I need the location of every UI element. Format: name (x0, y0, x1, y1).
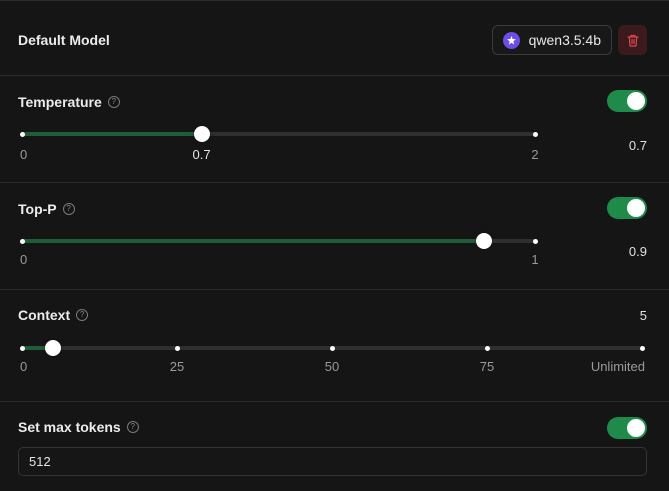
divider (0, 182, 669, 183)
slider-tick-dot (639, 345, 645, 351)
slider-tick-dot (19, 345, 25, 351)
slider-tick-dot (19, 131, 25, 137)
help-icon[interactable]: ? (62, 203, 75, 215)
max-tokens-input[interactable] (18, 447, 647, 476)
context-slider[interactable] (19, 340, 645, 356)
divider (0, 401, 669, 402)
top-p-section: Top-P ? 0 1 0.9 (18, 197, 647, 277)
slider-tick-label: Unlimited (590, 359, 645, 374)
context-label: Context (18, 307, 71, 323)
top-p-value: 0.9 (628, 244, 647, 259)
slider-tick-dot (484, 345, 490, 351)
slider-thumb[interactable] (193, 126, 210, 142)
toggle-knob (627, 419, 645, 437)
slider-tick-label: 75 (479, 359, 495, 374)
max-tokens-toggle[interactable] (607, 417, 647, 439)
top-p-slider[interactable] (19, 233, 538, 249)
model-logo-icon (502, 31, 520, 49)
temperature-label: Temperature (18, 94, 102, 110)
default-model-row: Default Model qwen3.5:4b (18, 25, 647, 55)
top-p-label-row: Top-P ? (18, 201, 75, 217)
delete-model-button[interactable] (618, 25, 647, 55)
trash-icon (626, 34, 639, 47)
toggle-knob (627, 92, 645, 110)
max-tokens-label: Set max tokens (18, 419, 121, 435)
slider-fill (22, 239, 484, 243)
top-p-label: Top-P (18, 201, 57, 217)
slider-tick-dot (19, 238, 25, 244)
max-tokens-label-row: Set max tokens ? (18, 419, 139, 435)
temperature-section: Temperature ? 0 0.7 2 0.7 (18, 90, 647, 170)
temperature-label-row: Temperature ? (18, 94, 120, 110)
temperature-value: 0.7 (628, 138, 647, 153)
help-icon[interactable]: ? (126, 421, 139, 433)
model-name: qwen3.5:4b (528, 32, 601, 48)
slider-tick-dot (532, 238, 538, 244)
slider-tick-label: 0 (20, 147, 28, 162)
slider-tick-dot (174, 345, 180, 351)
top-p-toggle[interactable] (607, 197, 647, 219)
default-model-label: Default Model (18, 32, 110, 48)
help-icon[interactable]: ? (76, 309, 89, 321)
slider-tick-label: 50 (324, 359, 340, 374)
slider-tick-dot (329, 345, 335, 351)
slider-tick-label: 25 (169, 359, 185, 374)
slider-thumb[interactable] (475, 233, 492, 249)
max-tokens-section: Set max tokens ? (18, 417, 647, 479)
model-settings-panel: Default Model qwen3.5:4b Temperature ? 0… (0, 0, 669, 491)
slider-thumb[interactable] (45, 340, 61, 356)
temperature-slider[interactable] (19, 126, 538, 142)
help-icon[interactable]: ? (107, 96, 120, 108)
slider-fill (22, 132, 202, 136)
temperature-toggle[interactable] (607, 90, 647, 112)
divider (0, 289, 669, 290)
context-label-row: Context ? (18, 307, 89, 323)
model-selector-button[interactable]: qwen3.5:4b (491, 25, 612, 55)
divider (0, 75, 669, 76)
context-value: 5 (639, 308, 647, 323)
slider-tick-dot (532, 131, 538, 137)
slider-tick-label: 1 (531, 252, 539, 267)
slider-tick-label: 0 (20, 359, 28, 374)
slider-tick-label: 0 (20, 252, 28, 267)
context-section: Context ? 5 0 25 50 75 Unlimited (18, 307, 647, 387)
slider-tick-label: 2 (531, 147, 539, 162)
slider-tick-label: 0.7 (192, 147, 211, 162)
toggle-knob (627, 199, 645, 217)
